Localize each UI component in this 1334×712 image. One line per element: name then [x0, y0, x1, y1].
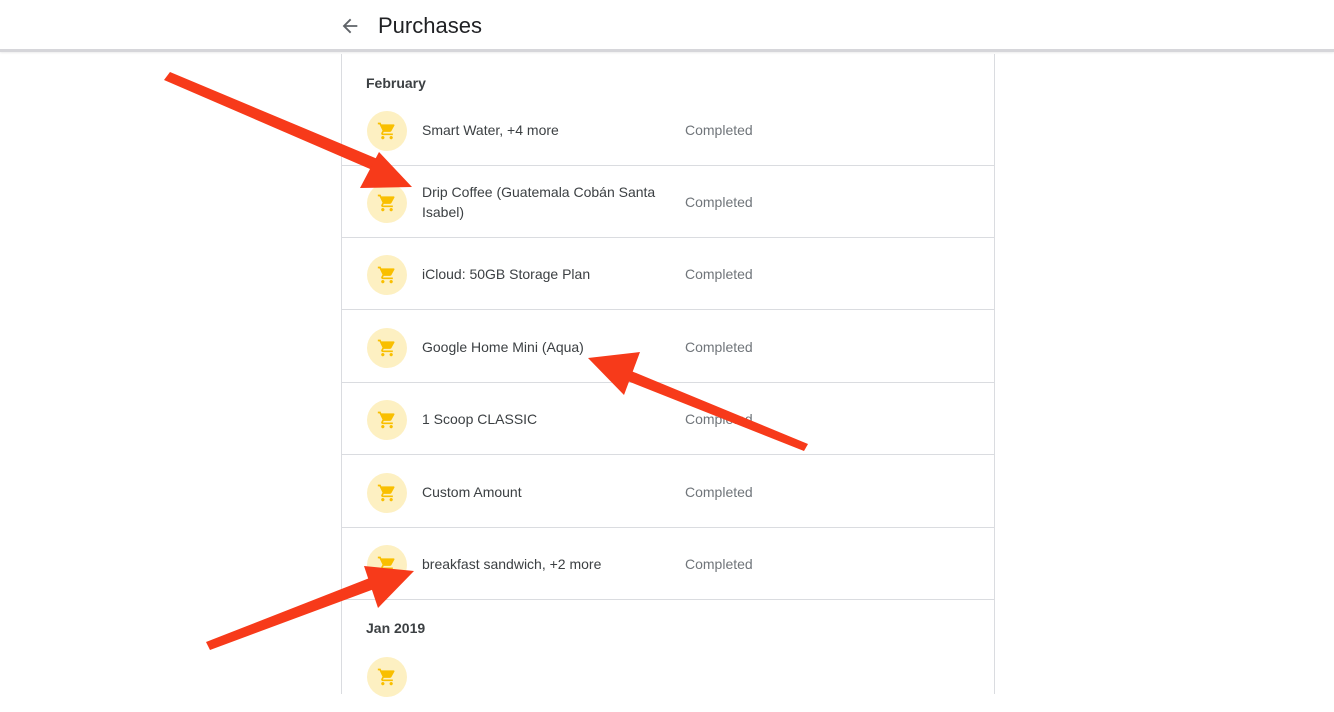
shopping-cart-icon [377, 194, 395, 212]
purchase-row[interactable]: Smart Water, +4 more Completed [342, 94, 994, 166]
purchase-row-partial[interactable] [342, 640, 994, 712]
purchase-row[interactable]: 1 Scoop CLASSIC Completed [342, 383, 994, 455]
purchase-status: Completed [685, 484, 753, 500]
purchase-status: Completed [685, 339, 753, 355]
shopping-cart-icon [377, 556, 395, 574]
cart-icon-badge [367, 400, 407, 440]
shopping-cart-icon [377, 668, 395, 686]
section-header-jan-2019: Jan 2019 [366, 620, 426, 636]
purchase-row[interactable]: iCloud: 50GB Storage Plan Completed [342, 238, 994, 310]
purchase-name: breakfast sandwich, +2 more [422, 556, 602, 572]
cart-icon-badge [367, 657, 407, 697]
purchase-name: iCloud: 50GB Storage Plan [422, 266, 591, 282]
shopping-cart-icon [377, 266, 395, 284]
cart-icon-badge [367, 111, 407, 151]
page-title: Purchases [378, 13, 482, 38]
back-button[interactable] [336, 12, 364, 40]
cart-icon-badge [367, 473, 407, 513]
purchase-status: Completed [685, 556, 753, 572]
purchase-status: Completed [685, 411, 753, 427]
purchase-status: Completed [685, 266, 753, 282]
arrow-back-icon [342, 18, 358, 34]
purchase-row[interactable]: Drip Coffee (Guatemala Cobán Santa Isabe… [342, 166, 994, 238]
purchase-row[interactable]: Google Home Mini (Aqua) Completed [342, 311, 994, 383]
purchases-list: February Smart Water, +4 more Completed … [341, 54, 995, 697]
purchase-name: Drip Coffee (Guatemala Cobán Santa Isabe… [422, 184, 656, 220]
shopping-cart-icon [377, 339, 395, 357]
shopping-cart-icon [377, 484, 395, 502]
shopping-cart-icon [377, 411, 395, 429]
section-header-february: February [366, 75, 426, 91]
cart-icon-badge [367, 183, 407, 223]
purchase-row[interactable]: breakfast sandwich, +2 more Completed [342, 528, 994, 600]
purchase-status: Completed [685, 194, 753, 210]
purchase-name: Google Home Mini (Aqua) [422, 339, 584, 355]
shopping-cart-icon [377, 122, 395, 140]
cart-icon-badge [367, 328, 407, 368]
purchase-name: 1 Scoop CLASSIC [422, 411, 538, 427]
cart-icon-badge [367, 255, 407, 295]
app-header: Purchases [0, 0, 1334, 52]
purchase-name: Custom Amount [422, 484, 522, 500]
purchase-name: Smart Water, +4 more [422, 122, 559, 138]
cart-icon-badge [367, 545, 407, 585]
purchase-status: Completed [685, 122, 753, 138]
purchase-row[interactable]: Custom Amount Completed [342, 456, 994, 528]
